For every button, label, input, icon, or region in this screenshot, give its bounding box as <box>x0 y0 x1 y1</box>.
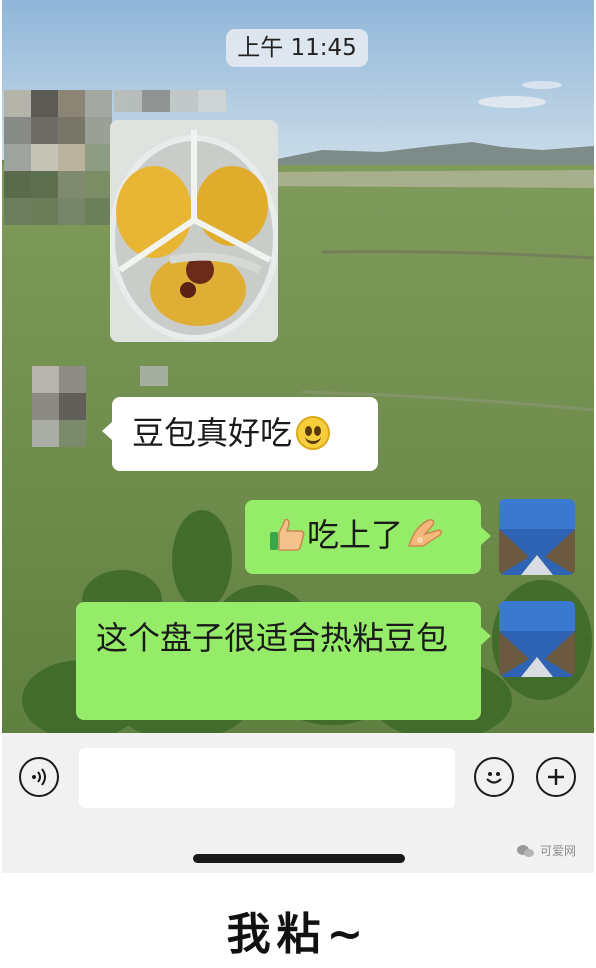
outgoing-message-bubble[interactable]: 这个盘子很适合热粘豆包 <box>76 602 481 720</box>
contact-name-blurred <box>114 90 226 112</box>
food-photo-icon <box>110 120 278 342</box>
message-text: 豆包真好吃 <box>132 414 293 452</box>
contact-name-blurred <box>140 366 168 386</box>
input-toolbar: 可爱网 <box>2 733 594 873</box>
incoming-message-bubble[interactable]: 豆包真好吃 <box>112 397 378 471</box>
outgoing-message-bubble[interactable]: 吃上了 <box>245 500 481 574</box>
watermark: 可爱网 <box>516 842 576 859</box>
more-button[interactable] <box>536 757 576 797</box>
timestamp-label: 上午 11:45 <box>226 29 368 67</box>
smile-emoji-icon <box>296 416 331 450</box>
bubble-tail <box>102 422 112 440</box>
bubble-tail <box>481 627 491 645</box>
emoji-button[interactable] <box>474 757 514 797</box>
message-input[interactable] <box>79 748 455 808</box>
bubble-tail <box>481 527 491 545</box>
contact-avatar[interactable] <box>32 366 86 447</box>
voice-button[interactable] <box>19 757 59 797</box>
thumbs-up-emoji-icon <box>270 518 305 551</box>
self-avatar[interactable] <box>499 601 575 677</box>
plus-icon <box>548 769 564 785</box>
chat-screen: 上午 11:45 豆包真好吃 吃上了 这个盘子很适合热粘豆包 可爱网 <box>2 0 594 873</box>
wechat-logo-icon <box>516 844 534 857</box>
meme-caption: 我粘~ <box>226 909 370 960</box>
emoji-icon <box>486 772 502 784</box>
ok-hand-emoji-icon <box>408 519 443 547</box>
home-indicator[interactable] <box>193 854 405 863</box>
voice-icon <box>32 768 46 786</box>
self-avatar[interactable] <box>499 499 575 575</box>
message-text: 这个盘子很适合热粘豆包 <box>96 619 449 657</box>
image-message-food-photo[interactable] <box>110 120 278 342</box>
watermark-text: 可爱网 <box>539 844 576 858</box>
message-text: 吃上了 <box>307 516 404 554</box>
contact-avatar[interactable] <box>4 90 112 225</box>
